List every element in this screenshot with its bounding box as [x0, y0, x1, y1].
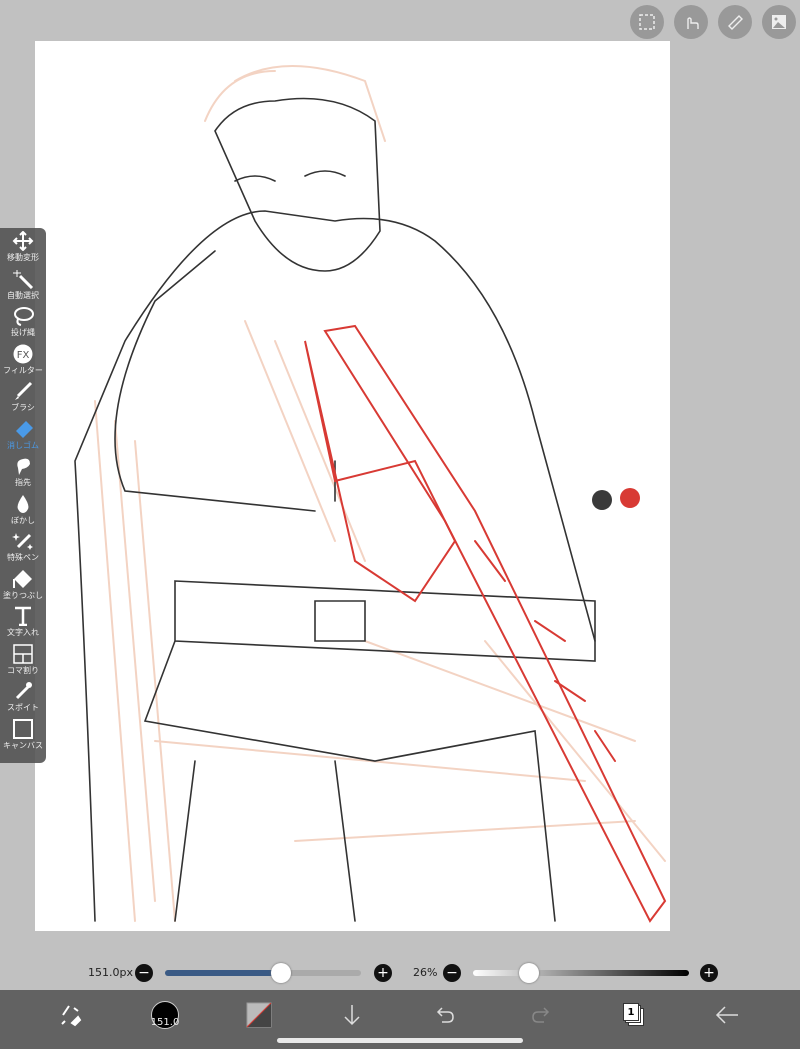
tool-eraser[interactable]: 消しゴム: [0, 416, 46, 454]
tool-label: フィルター: [3, 365, 43, 375]
smudge-icon: [17, 458, 30, 475]
tool-frame-divider[interactable]: コマ割り: [0, 641, 46, 679]
text-icon: [15, 606, 31, 626]
special-pen-icon: [12, 533, 33, 550]
tool-move[interactable]: 移動変形: [0, 228, 46, 266]
tool-label: 文字入れ: [7, 628, 39, 637]
home-indicator: [277, 1038, 523, 1043]
opacity-slider[interactable]: [473, 970, 689, 976]
tool-label: 自動選択: [7, 290, 39, 300]
arrow-down-icon: [344, 1005, 360, 1026]
ruler-icon: [728, 15, 743, 30]
color-swatch-red[interactable]: [620, 488, 640, 508]
selection-button[interactable]: [630, 5, 664, 39]
tool-label: 投げ縄: [11, 328, 35, 337]
redo-icon: [532, 1007, 550, 1023]
brush-size-decrease-button[interactable]: −: [135, 964, 153, 982]
tool-palette: 移動変形自動選択投げ縄 FX フィルターブラシ消しゴム指先ぼかし特殊ペン塗りつぶし文…: [0, 228, 46, 763]
swap-brush-eraser-icon: [61, 1005, 82, 1027]
eyedropper-icon: [15, 682, 32, 700]
brush-size-preview-button[interactable]: 151.0: [150, 1000, 180, 1030]
artwork: [74, 65, 667, 923]
tool-smudge[interactable]: 指先: [0, 453, 46, 491]
tool-fill[interactable]: 塗りつぶし: [0, 566, 46, 604]
tool-text[interactable]: 文字入れ: [0, 603, 46, 641]
eraser-icon: [16, 420, 33, 438]
tool-label: 特殊ペン: [7, 553, 39, 562]
tool-label: キャンバス: [3, 740, 43, 750]
tool-label: ブラシ: [11, 403, 35, 412]
color-preview-icon: [246, 1002, 272, 1028]
brush-size-label: 151.0px: [88, 966, 133, 979]
brush-size-increase-button[interactable]: +: [374, 964, 392, 982]
redo-button[interactable]: [525, 1000, 555, 1030]
move-icon: [12, 231, 34, 251]
opacity-increase-button[interactable]: +: [700, 964, 718, 982]
tool-lasso[interactable]: 投げ縄: [0, 303, 46, 341]
download-button[interactable]: [337, 1000, 367, 1030]
tool-eyedropper[interactable]: スポイト: [0, 678, 46, 716]
drawing-canvas[interactable]: [35, 41, 670, 931]
slider-row: 151.0px − + 26% − +: [0, 955, 800, 990]
opacity-label: 26%: [413, 966, 438, 979]
color-button[interactable]: [244, 1000, 274, 1030]
fill-icon: [13, 569, 32, 588]
brush-size-fill: [165, 970, 281, 976]
svg-text:FX: FX: [17, 350, 30, 361]
layers-button[interactable]: 1: [619, 1000, 649, 1030]
frame-divider-icon: [13, 643, 33, 664]
reference-image-button[interactable]: [762, 5, 796, 39]
tool-label: 移動変形: [7, 253, 39, 262]
back-button[interactable]: [712, 1000, 742, 1030]
undo-button[interactable]: [431, 1000, 461, 1030]
tool-magic-wand[interactable]: 自動選択: [0, 266, 46, 304]
canvas-icon: [13, 718, 33, 739]
lasso-icon: [14, 307, 34, 326]
touch-button[interactable]: [674, 5, 708, 39]
tool-label: スポイト: [7, 703, 39, 712]
opacity-decrease-button[interactable]: −: [443, 964, 461, 982]
tool-label: 塗りつぶし: [2, 590, 44, 600]
tool-label: コマ割り: [7, 665, 39, 675]
fx-icon: FX: [13, 344, 33, 363]
arrow-left-icon: [715, 1006, 738, 1024]
swap-tool-button[interactable]: [56, 1000, 86, 1030]
selection-icon: [639, 14, 655, 30]
undo-icon: [436, 1007, 454, 1023]
magic-wand-icon: [13, 269, 34, 289]
brush-size-badge: 151.0: [151, 1001, 179, 1029]
layers-icon: 1: [623, 1003, 645, 1027]
tool-special-pen[interactable]: 特殊ペン: [0, 528, 46, 566]
blur-icon: [17, 494, 29, 513]
ruler-button[interactable]: [718, 5, 752, 39]
brush-size-thumb[interactable]: [270, 963, 291, 983]
tool-brush[interactable]: ブラシ: [0, 378, 46, 416]
tool-canvas[interactable]: キャンバス: [0, 716, 46, 754]
brush-icon: [15, 381, 33, 400]
image-icon: [772, 15, 786, 29]
tool-fx[interactable]: FX フィルター: [0, 341, 46, 379]
tool-label: ぼかし: [11, 515, 35, 525]
tool-blur[interactable]: ぼかし: [0, 491, 46, 529]
touch-icon: [687, 17, 699, 29]
color-swatch-dark[interactable]: [592, 490, 612, 510]
layer-count: 1: [623, 1003, 639, 1021]
tool-label: 消しゴム: [7, 440, 39, 450]
tool-label: 指先: [15, 478, 31, 487]
opacity-thumb[interactable]: [519, 963, 540, 983]
